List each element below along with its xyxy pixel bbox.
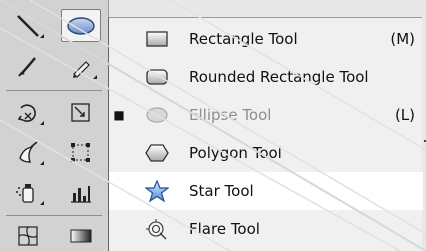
menu-label-rounded-rectangle: Rounded Rectangle Tool (189, 68, 369, 86)
tool-group-indicator (40, 34, 44, 38)
illustrator-window: Rectangle Tool (M) Rounded Rectangle Too… (0, 0, 426, 251)
menu-label-flare: Flare Tool (189, 220, 260, 238)
ellipse-icon (67, 16, 95, 35)
shape-tools-flyout-menu: Rectangle Tool (M) Rounded Rectangle Too… (108, 17, 423, 251)
menu-item-flare-tool[interactable]: Flare Tool (109, 210, 423, 248)
mesh-tool[interactable] (8, 219, 48, 251)
menu-item-star-tool[interactable]: Star Tool (109, 172, 423, 210)
tools-panel (0, 0, 109, 251)
rotate-tool[interactable] (8, 96, 48, 129)
tool-group-indicator (93, 75, 97, 79)
symbol-sprayer-icon (16, 183, 34, 203)
menu-item-rectangle-tool[interactable]: Rectangle Tool (M) (109, 20, 423, 58)
warp-tool[interactable] (8, 136, 48, 169)
pencil-icon (73, 60, 90, 78)
menu-label-star: Star Tool (189, 182, 254, 200)
menu-shortcut-ellipse: (L) (394, 106, 415, 124)
menu-label-polygon: Polygon Tool (189, 144, 282, 162)
tool-separator (6, 90, 102, 91)
mesh-icon (18, 225, 38, 246)
menu-shortcut-rectangle: (M) (390, 30, 415, 48)
tool-separator (6, 215, 102, 216)
free-transform-tool[interactable] (61, 136, 101, 169)
scale-tool[interactable] (61, 96, 101, 129)
gradient-icon (70, 229, 92, 242)
column-graph-icon (71, 185, 91, 203)
ellipse-icon (143, 104, 171, 126)
tool-group-indicator (40, 121, 44, 125)
symbol-sprayer-tool[interactable] (8, 176, 48, 209)
star-icon (143, 180, 171, 202)
paintbrush-icon (18, 56, 36, 77)
flare-icon (143, 218, 171, 240)
column-graph-tool[interactable] (61, 176, 101, 209)
rectangle-icon (143, 28, 171, 50)
gradient-tool[interactable] (61, 219, 101, 251)
menu-item-polygon-tool[interactable]: Polygon Tool (109, 134, 423, 172)
rotate-icon (17, 103, 36, 122)
warp-icon (19, 140, 38, 163)
menu-check-mark: ■ (113, 108, 125, 122)
menu-item-rounded-rectangle-tool[interactable]: Rounded Rectangle Tool (109, 58, 423, 96)
ellipse-tool[interactable] (61, 9, 101, 42)
tool-group-indicator (40, 161, 44, 165)
free-transform-icon (71, 142, 90, 162)
polygon-icon (143, 142, 171, 164)
menu-item-ellipse-tool[interactable]: ■ Ellipse Tool (L) (109, 96, 423, 134)
paintbrush-tool[interactable] (8, 50, 48, 83)
line-segment-tool[interactable] (8, 9, 48, 42)
menu-label-ellipse: Ellipse Tool (189, 106, 272, 124)
line-segment-icon (17, 14, 39, 37)
pencil-tool[interactable] (61, 50, 101, 83)
rounded-rectangle-icon (143, 66, 171, 88)
menu-label-rectangle: Rectangle Tool (189, 30, 298, 48)
tool-group-indicator (40, 201, 44, 205)
scale-icon (71, 102, 90, 122)
